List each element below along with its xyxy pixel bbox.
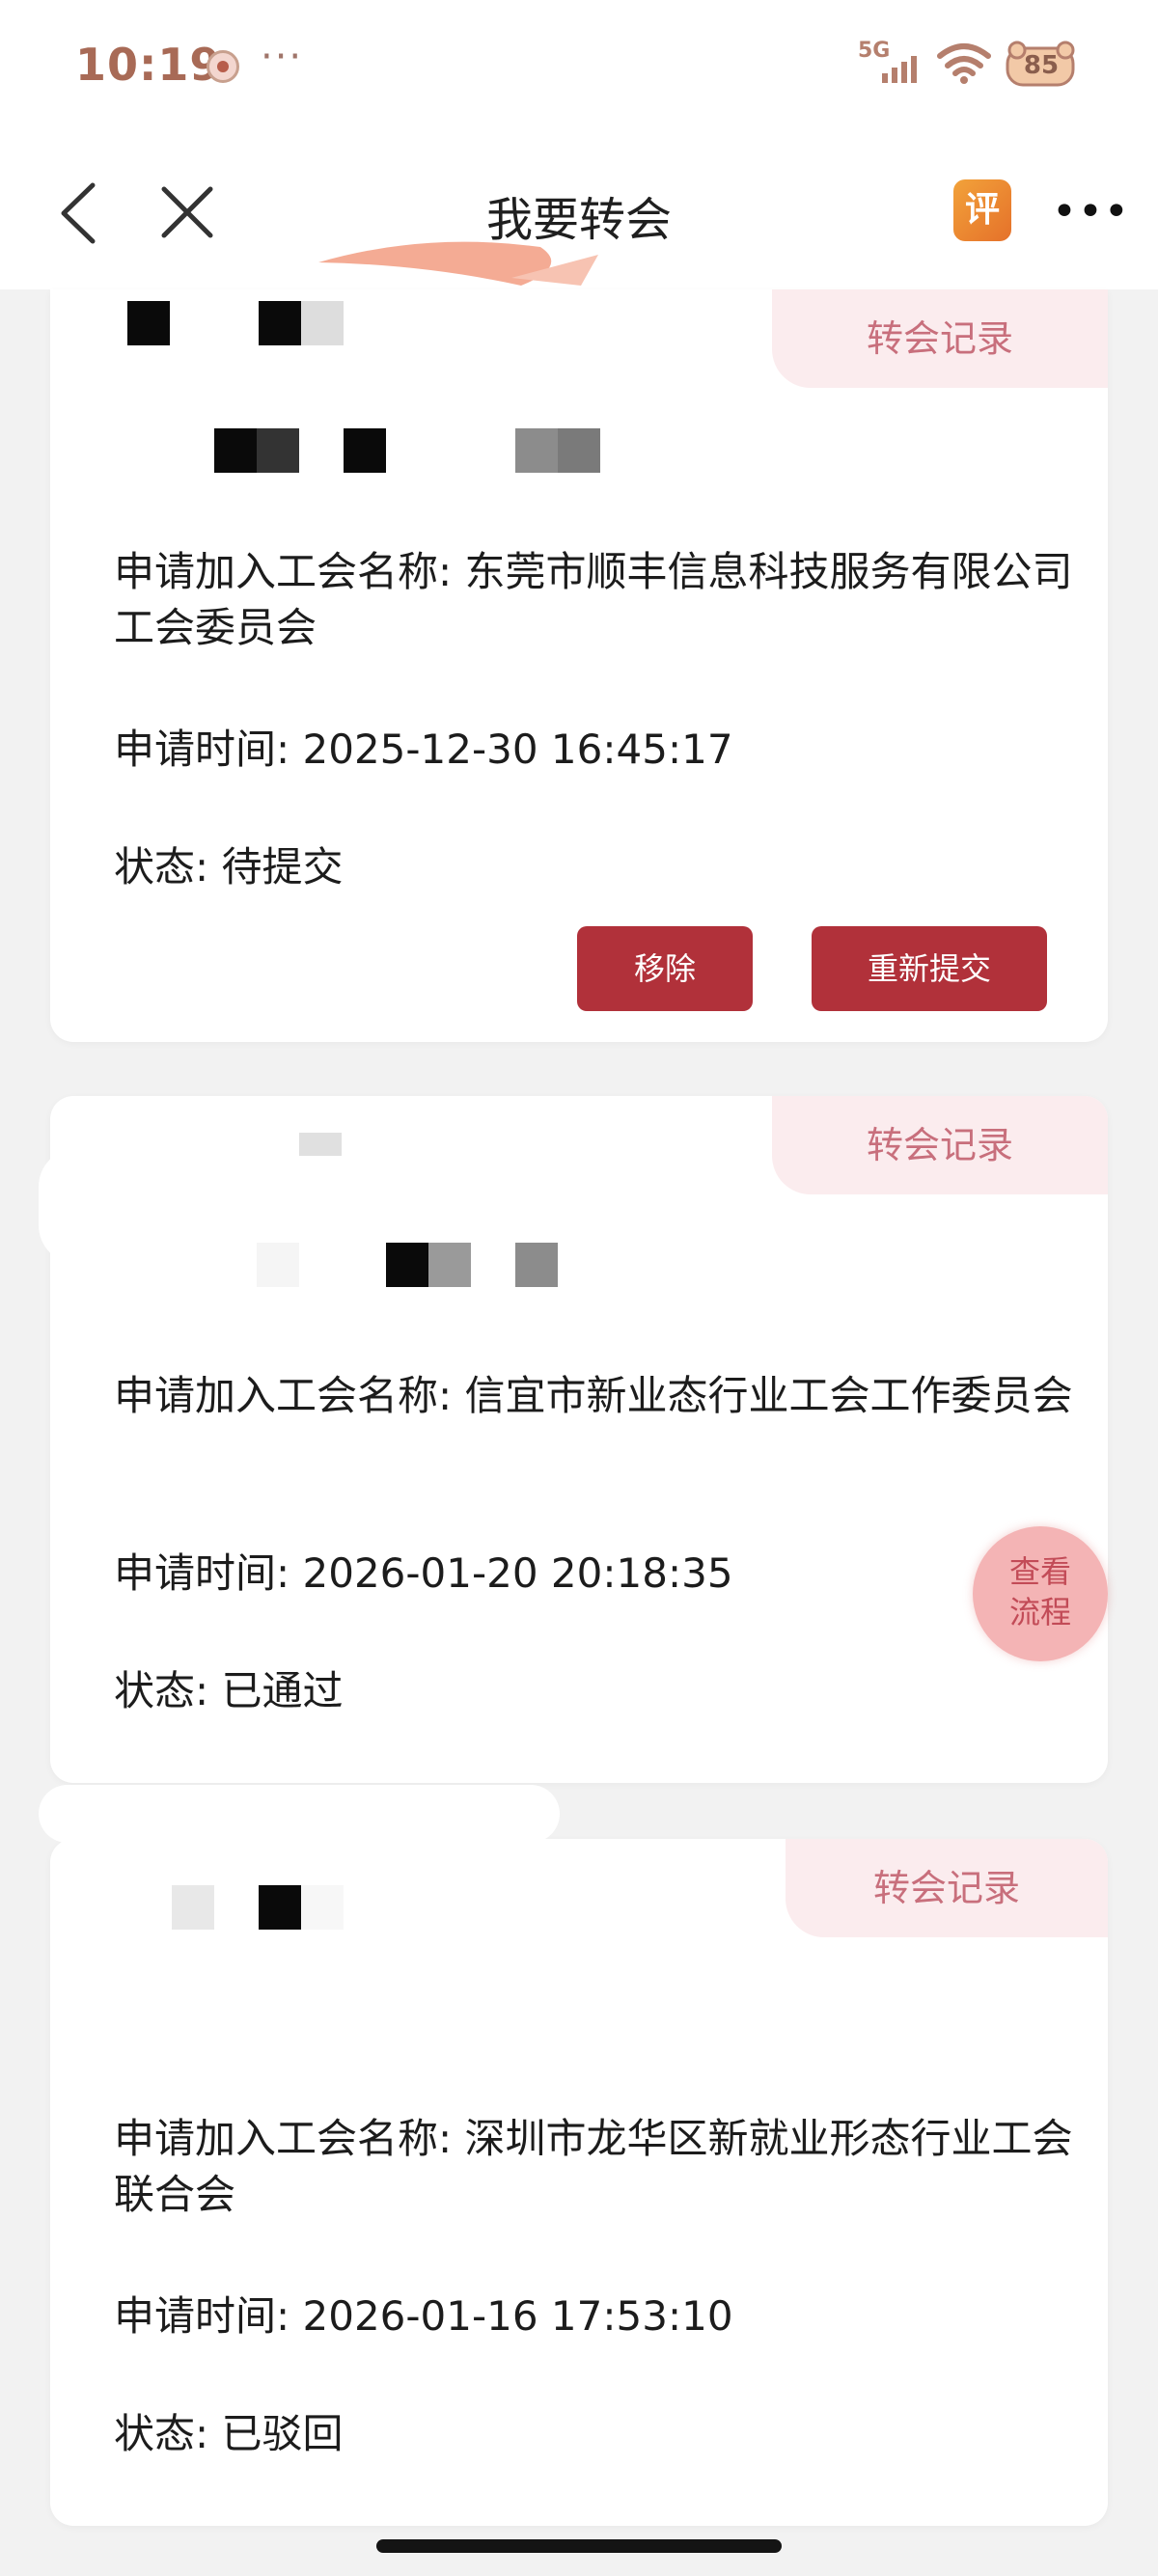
redacted-block: [259, 1885, 301, 1930]
camera-icon: [207, 50, 239, 83]
back-icon[interactable]: [54, 179, 102, 247]
status-time: 10:19: [75, 39, 222, 91]
redacted-block: [257, 1243, 299, 1287]
battery-icon: 85: [1004, 41, 1079, 91]
redacted-block: [301, 301, 344, 345]
apply-time: 申请时间: 2026-01-20 20:18:35: [114, 1549, 733, 1597]
transfer-record-tag[interactable]: 转会记录: [772, 1096, 1108, 1194]
redacted-block: [428, 1243, 471, 1287]
union-name: 申请加入工会名称: 深圳市龙华区新就业形态行业工会联合会: [114, 2115, 1073, 2218]
close-icon[interactable]: [158, 183, 216, 241]
redacted-block: [214, 428, 257, 473]
redacted-block: [344, 428, 386, 473]
view-process-line1: 查看: [1008, 1553, 1071, 1590]
redacted-block: [299, 1133, 342, 1156]
view-process-button[interactable]: 查看 流程: [973, 1526, 1108, 1661]
transfer-record-card: 转会记录 申请加入工会名称: 深圳市龙华区新就业形态行业工会联合会 申请时间: …: [50, 1839, 1108, 2526]
transfer-record-tag[interactable]: 转会记录: [786, 1839, 1108, 1937]
union-name: 申请加入工会名称: 信宜市新业态行业工会工作委员会: [114, 1372, 1073, 1419]
transfer-record-card: 转会记录 申请加入工会名称: 信宜市新业态行业工会工作委员会 申请时间: 202…: [50, 1096, 1108, 1783]
battery-level: 85: [1023, 51, 1060, 80]
redacted-block: [515, 1243, 558, 1287]
union-name: 申请加入工会名称: 东莞市顺丰信息科技服务有限公司工会委员会: [114, 548, 1073, 651]
erasure-mark: [39, 1785, 560, 1843]
redacted-block: [127, 301, 170, 345]
status-text: 状态: 待提交: [114, 843, 344, 891]
redacted-block: [301, 1885, 344, 1930]
transfer-record-tag[interactable]: 转会记录: [772, 289, 1108, 388]
status-text: 状态: 已驳回: [114, 2410, 344, 2457]
more-notifications-icon: ···: [261, 35, 304, 79]
status-bar: 10:19 ··· 5G 85: [0, 0, 1158, 135]
redacted-block: [257, 428, 299, 473]
status-text: 状态: 已通过: [114, 1667, 344, 1714]
transfer-record-card: 转会记录 申请加入工会名称: 东莞市顺丰信息科技服务有限公司工会委员会 申请时间…: [50, 289, 1108, 1042]
redacted-block: [386, 1243, 428, 1287]
home-indicator[interactable]: [376, 2539, 782, 2553]
title-decoration: [318, 241, 598, 286]
resubmit-button[interactable]: 重新提交: [812, 926, 1047, 1011]
view-process-line2: 流程: [1008, 1594, 1071, 1631]
redacted-block: [515, 428, 558, 473]
apply-time: 申请时间: 2026-01-16 17:53:10: [114, 2292, 733, 2340]
redacted-block: [172, 1885, 214, 1930]
erasure-mark: [39, 1148, 116, 1264]
redacted-block: [259, 301, 301, 345]
remove-button[interactable]: 移除: [577, 926, 753, 1011]
more-menu-icon[interactable]: •••: [1052, 183, 1129, 241]
rate-icon[interactable]: 评: [953, 179, 1011, 241]
apply-time: 申请时间: 2025-12-30 16:45:17: [114, 726, 733, 773]
signal-icon: [882, 56, 917, 83]
redacted-block: [558, 428, 600, 473]
wifi-icon: [937, 43, 991, 84]
